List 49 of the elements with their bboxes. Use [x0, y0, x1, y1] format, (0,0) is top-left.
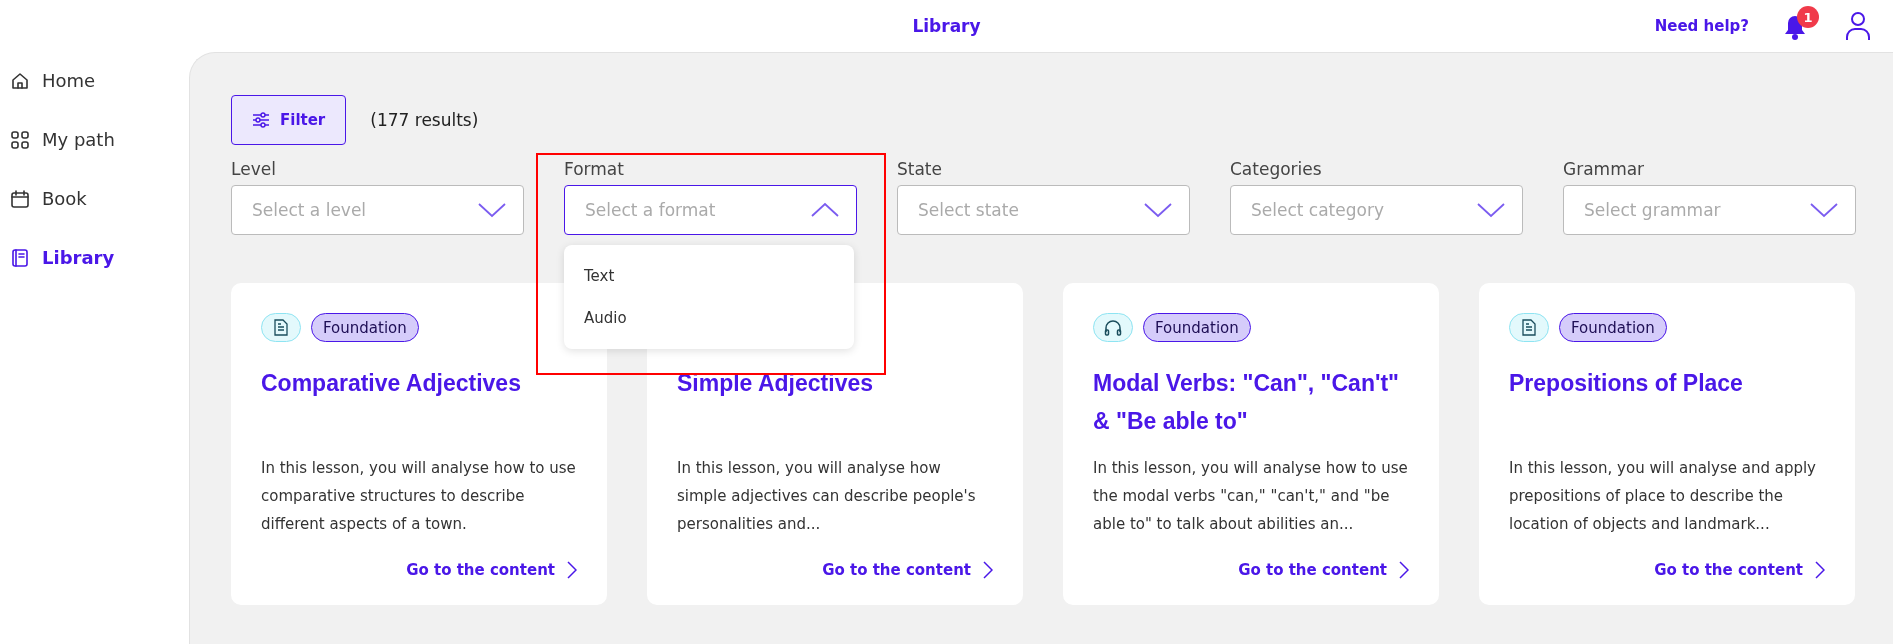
sidebar-item[interactable]: Book [10, 188, 189, 209]
lesson-description: In this lesson, you will analyse how to use the modal verbs "can," "can't," and "be able to" to talk about abilities an... [1093, 458, 1409, 535]
content-link[interactable]: Go to the content [1238, 561, 1409, 579]
chevron-down-icon [1143, 202, 1173, 218]
results-count: (177 results) [370, 110, 479, 130]
page-title: Library [912, 16, 981, 36]
level-tag: Foundation [1559, 313, 1667, 342]
sliders-icon [252, 112, 270, 128]
sidebar-item[interactable]: Library [10, 247, 189, 268]
lesson-description: In this lesson, you will analyse and apply prepositions of place to describe the location of objects and landmark... [1509, 458, 1817, 535]
document-icon [1522, 319, 1536, 336]
lesson-title: Prepositions of Place [1509, 369, 1744, 398]
headphones-icon [1104, 319, 1122, 336]
chevron-down-icon [1476, 202, 1506, 218]
filter-label: Grammar [1563, 159, 1646, 179]
content-link[interactable]: Go to the content [1654, 561, 1825, 579]
document-icon [274, 319, 288, 336]
chevron-right-icon [983, 561, 993, 579]
sidebar-item[interactable]: My path [10, 129, 189, 150]
chevron-down-icon [1809, 202, 1839, 218]
chevron-right-icon [1399, 561, 1409, 579]
lesson-description: In this lesson, you will analyse how simple adjectives can describe people's personalities and... [677, 458, 977, 535]
chevron-right-icon [1815, 561, 1825, 579]
dropdown-option[interactable]: Text [564, 255, 854, 297]
dropdown-option[interactable]: Audio [564, 297, 854, 339]
lesson-description: In this lesson, you will analyse how to use comparative structures to describe different aspects of a town. [261, 458, 577, 535]
filter-label: Format [564, 159, 625, 179]
level-tag: Foundation [311, 313, 419, 342]
lesson-title: Simple Adjectives [677, 369, 874, 398]
chevron-down-icon [477, 202, 507, 218]
calendar-icon [10, 188, 30, 209]
lesson-title: Comparative Adjectives [261, 369, 522, 398]
filter-label: Level [231, 159, 277, 179]
level-tag: Foundation [1143, 313, 1251, 342]
filter-label: State [897, 159, 943, 179]
filter-button[interactable]: Filter [231, 95, 347, 145]
chevron-right-icon [567, 561, 577, 579]
sidebar-item[interactable]: Home [10, 70, 189, 91]
chevron-up-icon [810, 202, 840, 218]
content-link[interactable]: Go to the content [822, 561, 993, 579]
lesson-title: Modal Verbs: "Can", "Can't" & "Be able to" [1093, 369, 1400, 436]
home-icon [10, 70, 30, 91]
grid-icon [10, 129, 30, 150]
filter-label: Categories [1230, 159, 1323, 179]
notification-badge: 1 [1797, 6, 1819, 28]
user-icon[interactable] [1845, 11, 1871, 41]
book-icon [10, 247, 30, 268]
help-link[interactable]: Need help? [1654, 17, 1749, 35]
content-link[interactable]: Go to the content [406, 561, 577, 579]
